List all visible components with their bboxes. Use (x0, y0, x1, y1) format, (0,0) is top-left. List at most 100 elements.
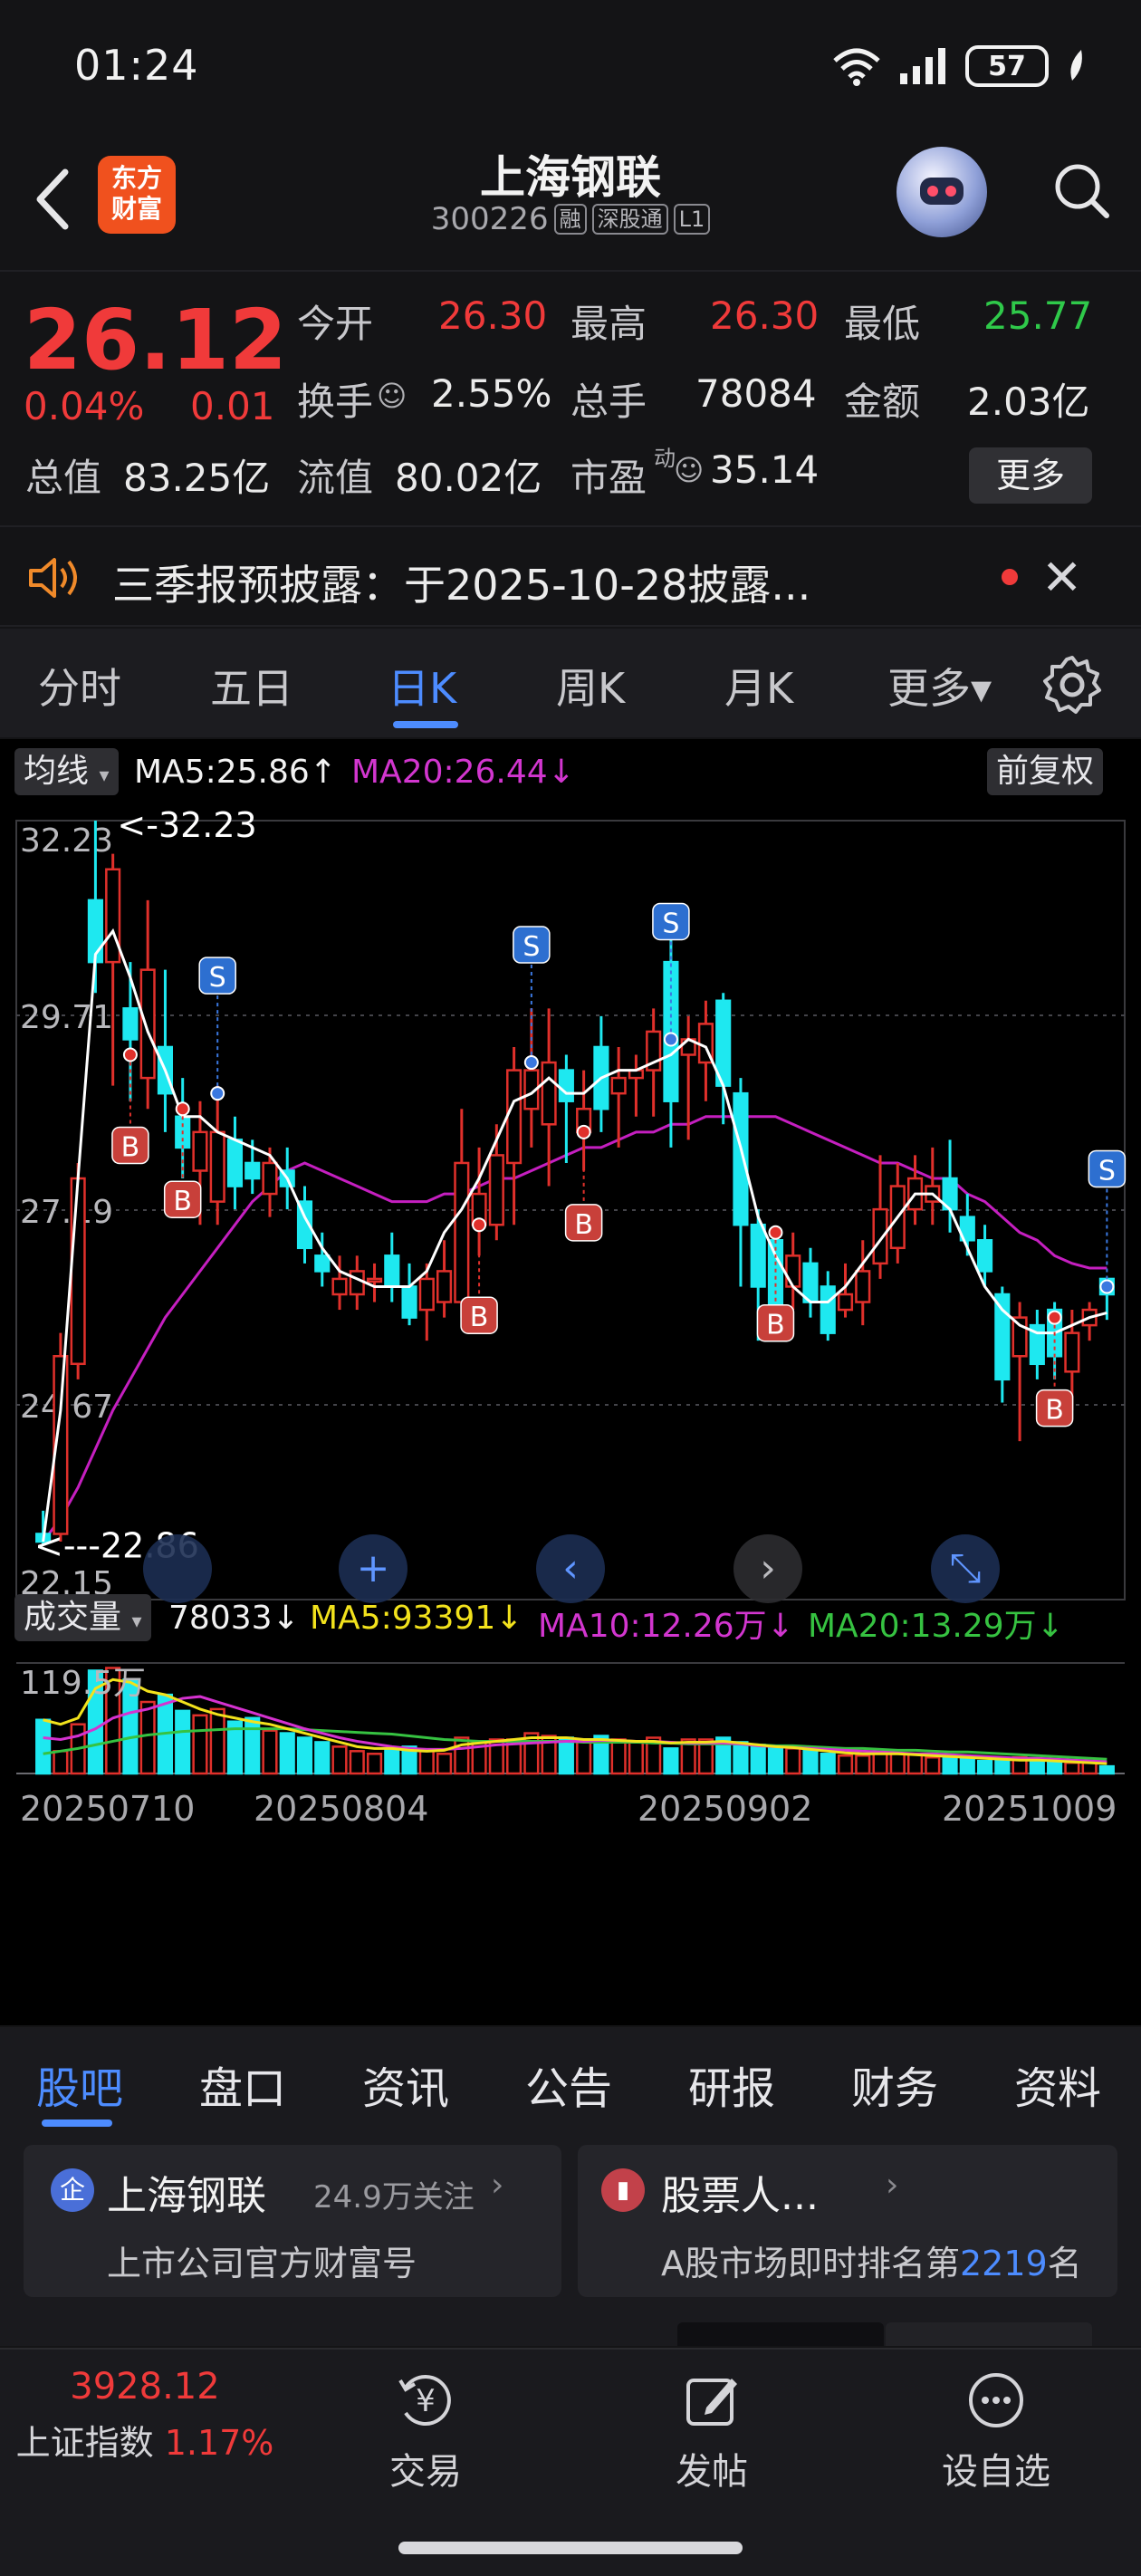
market-cap-value: 83.25亿 (123, 456, 271, 500)
stock-code: 300226 (430, 201, 549, 237)
tab-more[interactable]: 更多▾ (887, 656, 992, 716)
edit-icon (686, 2379, 737, 2426)
candle-body (1064, 1331, 1080, 1373)
status-time: 01:24 (74, 41, 199, 90)
candle-body (506, 1069, 523, 1165)
tab-guba[interactable]: 股吧 (36, 2052, 123, 2116)
candle-body (558, 1069, 574, 1102)
signal-letter: B (121, 1132, 140, 1164)
card-title: 上海钢联 (107, 2173, 266, 2219)
tab-monthly-k[interactable]: 月K (724, 656, 793, 716)
adjust-button[interactable]: 前复权 (987, 748, 1104, 795)
tab-research[interactable]: 研报 (688, 2052, 775, 2116)
candle-body (226, 1139, 244, 1187)
zoom-button[interactable] (143, 1534, 212, 1603)
volume-label: 总手 (570, 380, 647, 424)
notice-bar[interactable]: 三季报预披露：于2025-10-28披露... ✕ (0, 525, 1141, 627)
tab-announcements[interactable]: 公告 (525, 2052, 612, 2116)
tab-weekly-k[interactable]: 周K (556, 656, 625, 716)
signal-dot (122, 1047, 138, 1062)
dropdown-icon: ▾ (131, 1610, 142, 1633)
candle-body (541, 1061, 557, 1126)
index-change: 1.17% (164, 2423, 274, 2463)
period-tabs: 分时 五日 日K 周K 月K 更多▾ (0, 629, 1141, 737)
card-subtitle: 上市公司官方财富号 (107, 2244, 417, 2283)
volume-selector[interactable]: 成交量 ▾ (14, 1594, 151, 1641)
y-tick-label: 27.19 (20, 1194, 113, 1231)
active-tab-indicator (42, 2119, 112, 2127)
volume-bar (175, 1709, 191, 1775)
candle-body (209, 1130, 225, 1203)
volume-bar (628, 1741, 644, 1775)
vol-ma10-legend-arrow: ↓ (766, 1608, 794, 1645)
notice-text[interactable]: 三季报预披露：于2025-10-28披露... (112, 553, 810, 612)
x-date-label: 20250710 (20, 1789, 195, 1828)
kline-chart-area: 均线 ▾ MA5:25.86↑ MA20:26.44 ↓ 前复权 32.23 29.… (0, 739, 1141, 2025)
tab-profile[interactable]: 资料 (1014, 2052, 1101, 2116)
tab-news[interactable]: 资讯 (362, 2052, 449, 2116)
amount-value: 2.03亿 (967, 380, 1090, 424)
candlestick-chart[interactable]: 32.2329.7127.1924.6722.15<-32.23<---22.8… (0, 803, 1141, 1828)
volume-bar (35, 1718, 52, 1775)
signal-letter: B (766, 1310, 785, 1341)
vol-ma5-legend-arrow: ↓ (495, 1600, 523, 1637)
official-account-card[interactable]: 企 上海钢联 24.9万关注 › 上市公司官方财富号 (24, 2145, 561, 2297)
ma5-legend: MA5:25.86↑ (134, 754, 337, 791)
close-icon[interactable]: ✕ (1041, 549, 1082, 606)
content-tabs: 股吧 盘口 资讯 公告 研报 财务 资料 (0, 2027, 1141, 2136)
volume-bar (192, 1714, 208, 1775)
index-ticker[interactable]: 3928.12 上证指数 1.17% (0, 2366, 290, 2465)
volume-bar (436, 1753, 453, 1775)
candle-body (105, 868, 121, 964)
nav-trade[interactable]: ¥ 交易 (344, 2368, 507, 2494)
status-icons: 57 (831, 43, 1087, 89)
volume-bar (994, 1757, 1011, 1775)
signal-icon (900, 48, 945, 84)
pe-superscript: 动 (654, 446, 676, 471)
more-button[interactable]: 更多 (969, 447, 1092, 504)
signal-letter: B (574, 1209, 593, 1241)
tab-financials[interactable]: 财务 (851, 2052, 938, 2116)
tab-five-day[interactable]: 五日 (210, 656, 293, 716)
settings-gear-icon[interactable] (1041, 654, 1103, 716)
scroll-right-button-glyph: › (760, 1545, 776, 1591)
stock-popularity-card[interactable]: ▮ 股票人... › A股市场即时排名第2219名 (578, 2145, 1117, 2297)
search-icon[interactable] (1049, 154, 1112, 226)
signal-dot (1099, 1279, 1115, 1294)
candle-body (976, 1239, 993, 1273)
tab-daily-k[interactable]: 日K (388, 656, 456, 716)
open-value: 26.30 (438, 293, 548, 338)
candle-body (262, 1161, 278, 1196)
tab-intraday[interactable]: 分时 (38, 656, 121, 716)
candle-body (139, 968, 156, 1080)
rank-number: 2219 (960, 2244, 1048, 2283)
float-cap-value: 80.02亿 (395, 456, 542, 500)
nav-post[interactable]: 发帖 (630, 2368, 793, 2494)
nav-watchlist[interactable]: 设自选 (915, 2368, 1078, 2494)
volume-value: 78084 (695, 371, 817, 416)
index-name: 上证指数 (15, 2423, 154, 2463)
ma20-legend-text: MA20:26.44 (351, 754, 548, 791)
collapse-button-glyph: ⤡ (949, 1545, 981, 1591)
assistant-robot-icon[interactable] (896, 147, 987, 237)
connect-tag: 深股通 (591, 204, 668, 235)
level-tag: L1 (673, 204, 711, 235)
candle-body (436, 1270, 453, 1303)
volume-bar (279, 1732, 295, 1775)
x-date-label: 20250804 (254, 1789, 428, 1828)
battery-icon: 57 (965, 45, 1049, 87)
indicator-selector[interactable]: 均线 ▾ (14, 748, 119, 795)
candle-body (314, 1254, 331, 1273)
candle-body (994, 1293, 1011, 1381)
follower-count: 24.9万关注 (313, 2179, 475, 2216)
volume-bar (976, 1759, 993, 1775)
high-label: 最高 (570, 302, 647, 346)
volume-bar (1064, 1761, 1080, 1775)
y-tick-label: 32.23 (20, 822, 113, 860)
smiley-icon[interactable]: ☺ (377, 379, 407, 413)
svg-text:¥: ¥ (416, 2383, 436, 2419)
pe-info-icon[interactable]: ☺ (674, 453, 704, 487)
unread-dot (1002, 569, 1018, 585)
candle-body (349, 1270, 365, 1296)
tab-order-book[interactable]: 盘口 (199, 2052, 286, 2116)
